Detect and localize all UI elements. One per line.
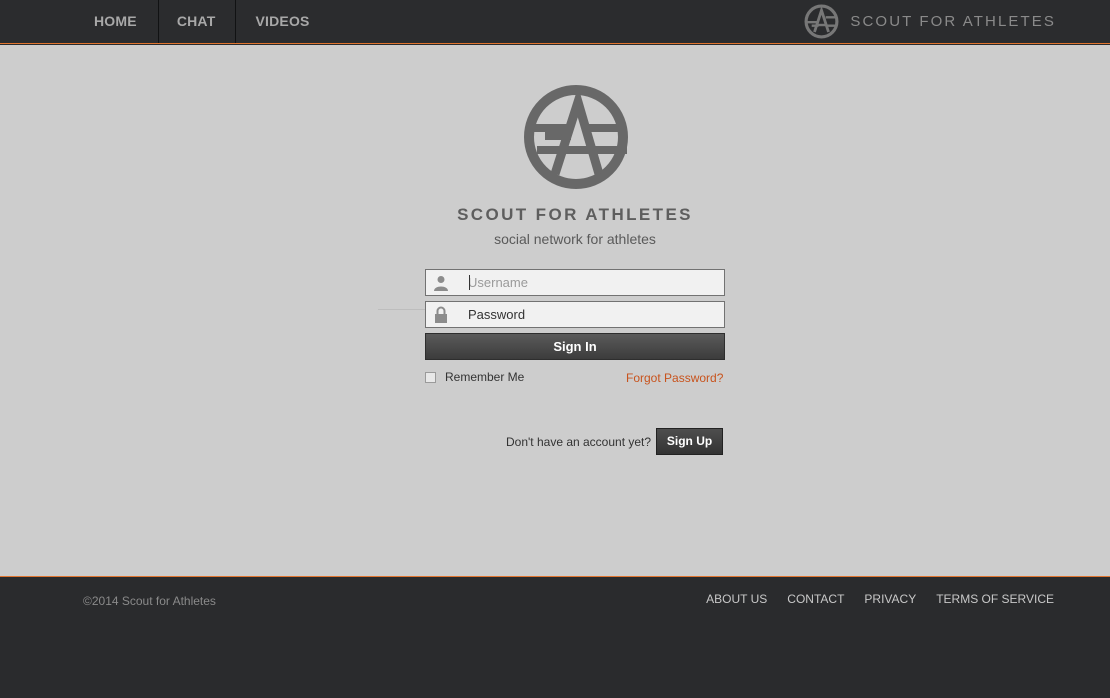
site-tagline: social network for athletes xyxy=(494,231,656,247)
sign-in-button[interactable]: Sign In xyxy=(425,333,725,360)
sign-up-button[interactable]: Sign Up xyxy=(656,428,724,455)
username-input[interactable] xyxy=(468,270,718,295)
site-title: SCOUT FOR ATHLETES xyxy=(457,205,693,224)
footer-link-contact[interactable]: CONTACT xyxy=(787,592,844,606)
copyright: ©2014 Scout for Athletes xyxy=(83,594,216,608)
footer-link-terms[interactable]: TERMS OF SERVICE xyxy=(936,592,1054,606)
main-nav: HOME CHAT VIDEOS xyxy=(75,0,328,43)
footer-link-about[interactable]: ABOUT US xyxy=(706,592,767,606)
username-field[interactable] xyxy=(425,269,725,296)
brand-link[interactable]: SCOUT FOR ATHLETES xyxy=(804,3,1056,39)
nav-home[interactable]: HOME xyxy=(75,0,158,43)
remember-me[interactable]: Remember Me xyxy=(425,370,524,384)
text-caret xyxy=(469,275,470,290)
remember-me-checkbox[interactable] xyxy=(425,371,436,383)
footer-links: ABOUT US CONTACT PRIVACY TERMS OF SERVIC… xyxy=(686,592,1054,606)
password-field[interactable]: Password xyxy=(425,301,725,328)
nav-videos[interactable]: VIDEOS xyxy=(236,0,327,43)
brand-name: SCOUT FOR ATHLETES xyxy=(850,12,1056,30)
user-icon xyxy=(426,270,456,295)
forgot-password-link[interactable]: Forgot Password? xyxy=(626,371,723,385)
lock-icon xyxy=(426,302,456,327)
top-navbar: HOME CHAT VIDEOS SCOUT FOR ATHLETES xyxy=(0,0,1110,44)
login-section: SCOUT FOR ATHLETES social network for at… xyxy=(0,45,1110,576)
sa-logo-icon xyxy=(524,85,628,189)
nav-chat[interactable]: CHAT xyxy=(159,0,236,43)
signup-prompt: Don't have an account yet? xyxy=(506,434,652,449)
signup-row: Don't have an account yet? Sign Up xyxy=(506,428,724,455)
footer: ©2014 Scout for Athletes ABOUT US CONTAC… xyxy=(0,576,1110,698)
footer-link-privacy[interactable]: PRIVACY xyxy=(864,592,916,606)
divider-line xyxy=(378,309,426,310)
remember-me-label: Remember Me xyxy=(445,370,525,384)
password-input[interactable]: Password xyxy=(468,307,525,322)
sa-logo-icon xyxy=(804,4,839,38)
